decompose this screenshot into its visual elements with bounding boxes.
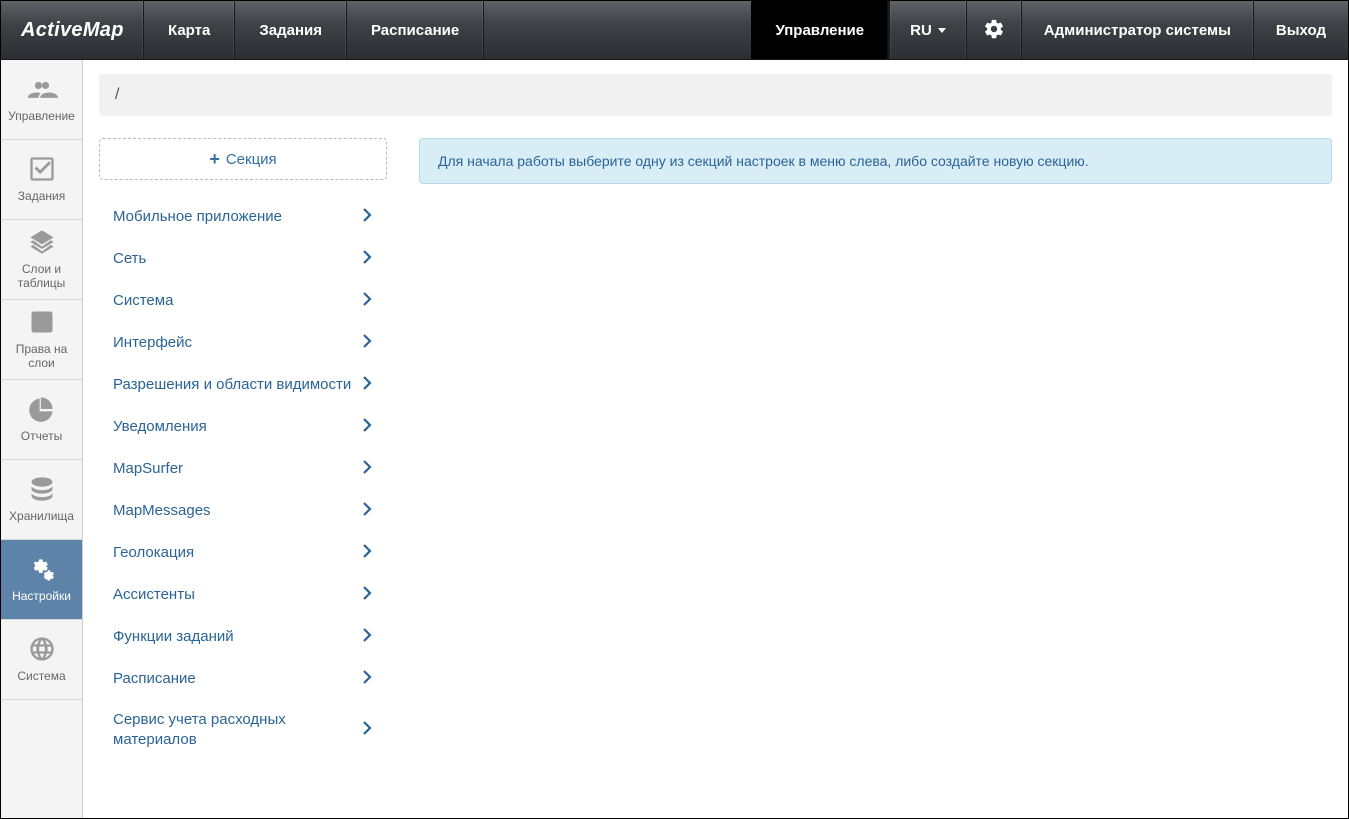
chevron-right-icon	[363, 586, 373, 604]
pie-chart-icon	[26, 395, 58, 426]
sidebar-item-settings[interactable]: Настройки	[1, 540, 82, 620]
top-header: ActiveMap Карта Задания Расписание Управ…	[1, 1, 1348, 60]
logout-button[interactable]: Выход	[1254, 1, 1348, 59]
section-item-label: Геолокация	[113, 543, 204, 563]
section-list: Мобильное приложение Сеть Система Интерф…	[99, 196, 387, 761]
section-item-label: Сеть	[113, 249, 156, 269]
section-item-assistants[interactable]: Ассистенты	[99, 574, 387, 616]
section-item-label: Система	[113, 291, 183, 311]
section-item-schedule[interactable]: Расписание	[99, 658, 387, 700]
sidebar-item-layer-rights[interactable]: Права на слои	[1, 300, 82, 380]
chevron-right-icon	[363, 670, 373, 688]
sidebar-item-label: Настройки	[12, 590, 71, 604]
section-item-label: MapSurfer	[113, 459, 193, 479]
checkbox-icon	[26, 155, 58, 186]
chevron-right-icon	[363, 418, 373, 436]
top-nav-map[interactable]: Карта	[144, 1, 235, 59]
section-item-label: Функции заданий	[113, 627, 244, 647]
settings-gear-button[interactable]	[967, 1, 1022, 59]
language-selector[interactable]: RU	[889, 1, 967, 59]
sidebar-item-storages[interactable]: Хранилища	[1, 460, 82, 540]
section-item-network[interactable]: Сеть	[99, 238, 387, 280]
users-icon	[26, 75, 58, 106]
top-nav-tasks[interactable]: Задания	[235, 1, 347, 59]
sections-column: + Секция Мобильное приложение Сеть Систе…	[99, 138, 387, 761]
section-item-label: Разрешения и области видимости	[113, 375, 361, 395]
left-sidebar: Управление Задания Слои и таблицы Права …	[1, 60, 83, 818]
section-item-label: Мобильное приложение	[113, 207, 292, 227]
chevron-right-icon	[363, 250, 373, 268]
sidebar-item-label: Слои и таблицы	[3, 263, 80, 291]
sidebar-item-label: Система	[17, 670, 65, 684]
sidebar-item-label: Задания	[18, 190, 65, 204]
chevron-right-icon	[363, 544, 373, 562]
document-icon	[26, 308, 58, 339]
section-item-mapsurfer[interactable]: MapSurfer	[99, 448, 387, 490]
gear-icon	[983, 18, 1005, 43]
database-icon	[26, 475, 58, 506]
section-item-task-functions[interactable]: Функции заданий	[99, 616, 387, 658]
section-item-interface[interactable]: Интерфейс	[99, 322, 387, 364]
chevron-right-icon	[363, 460, 373, 478]
gears-icon	[26, 555, 58, 586]
chevron-right-icon	[363, 628, 373, 646]
chevron-right-icon	[363, 292, 373, 310]
details-column: Для начала работы выберите одну из секци…	[419, 138, 1332, 761]
section-item-label: Сервис учета расходных материалов	[113, 710, 363, 751]
section-item-notifications[interactable]: Уведомления	[99, 406, 387, 448]
sidebar-item-system[interactable]: Система	[1, 620, 82, 700]
sidebar-item-management[interactable]: Управление	[1, 60, 82, 140]
section-item-label: Интерфейс	[113, 333, 202, 353]
sidebar-item-label: Хранилища	[9, 510, 74, 524]
header-right: Управление RU Администратор системы Выхо…	[751, 1, 1348, 59]
sidebar-item-label: Права на слои	[3, 343, 80, 371]
top-nav-management[interactable]: Управление	[751, 1, 889, 59]
section-item-label: Расписание	[113, 669, 206, 689]
chevron-right-icon	[363, 502, 373, 520]
main-content: / + Секция Мобильное приложение Сеть	[83, 60, 1348, 818]
language-label: RU	[910, 22, 932, 39]
app-logo: ActiveMap	[1, 1, 144, 59]
sidebar-item-tasks[interactable]: Задания	[1, 140, 82, 220]
add-section-button[interactable]: + Секция	[99, 138, 387, 180]
chevron-right-icon	[363, 721, 373, 739]
chevron-right-icon	[363, 334, 373, 352]
section-item-system[interactable]: Система	[99, 280, 387, 322]
sidebar-item-label: Отчеты	[21, 430, 62, 444]
chevron-right-icon	[363, 376, 373, 394]
section-item-permissions[interactable]: Разрешения и области видимости	[99, 364, 387, 406]
section-item-mobile-app[interactable]: Мобильное приложение	[99, 196, 387, 238]
section-item-mapmessages[interactable]: MapMessages	[99, 490, 387, 532]
sidebar-item-label: Управление	[8, 110, 75, 124]
info-message: Для начала работы выберите одну из секци…	[419, 138, 1332, 184]
top-nav-schedule[interactable]: Расписание	[347, 1, 484, 59]
top-nav: Карта Задания Расписание	[144, 1, 484, 59]
sidebar-item-reports[interactable]: Отчеты	[1, 380, 82, 460]
section-item-consumables-service[interactable]: Сервис учета расходных материалов	[99, 700, 387, 761]
chevron-right-icon	[363, 208, 373, 226]
section-item-label: Ассистенты	[113, 585, 205, 605]
add-section-label: Секция	[226, 151, 277, 168]
layers-icon	[26, 228, 58, 259]
plus-icon: +	[209, 149, 220, 170]
globe-icon	[26, 635, 58, 666]
breadcrumb: /	[99, 74, 1332, 116]
sidebar-item-layers[interactable]: Слои и таблицы	[1, 220, 82, 300]
section-item-label: MapMessages	[113, 501, 221, 521]
section-item-label: Уведомления	[113, 417, 217, 437]
user-name[interactable]: Администратор системы	[1022, 1, 1254, 59]
caret-down-icon	[938, 28, 946, 33]
section-item-geolocation[interactable]: Геолокация	[99, 532, 387, 574]
